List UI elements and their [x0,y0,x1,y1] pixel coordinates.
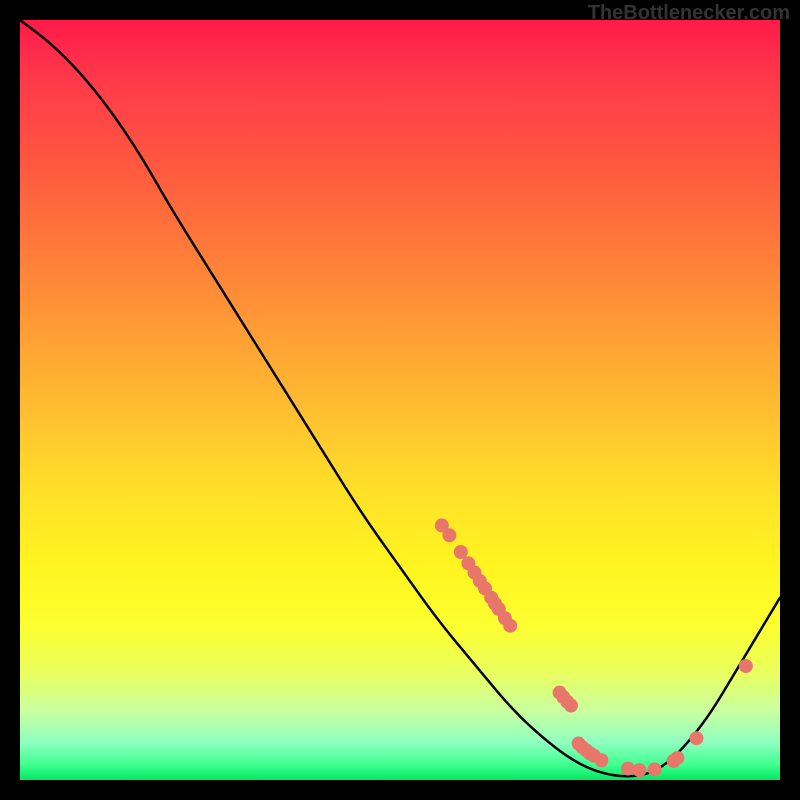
watermark-text: TheBottlenecker.com [588,2,790,25]
data-point [564,699,578,713]
data-point [648,762,662,776]
data-point [670,751,684,765]
data-point [739,659,753,673]
data-point [442,528,456,542]
bottleneck-curve [20,20,780,776]
data-point [503,619,517,633]
data-point [594,753,608,767]
chart-svg [20,20,780,780]
data-points-group [435,518,753,777]
data-point [454,545,468,559]
data-point [632,763,646,777]
chart-plot-area [20,20,780,780]
data-point [689,731,703,745]
